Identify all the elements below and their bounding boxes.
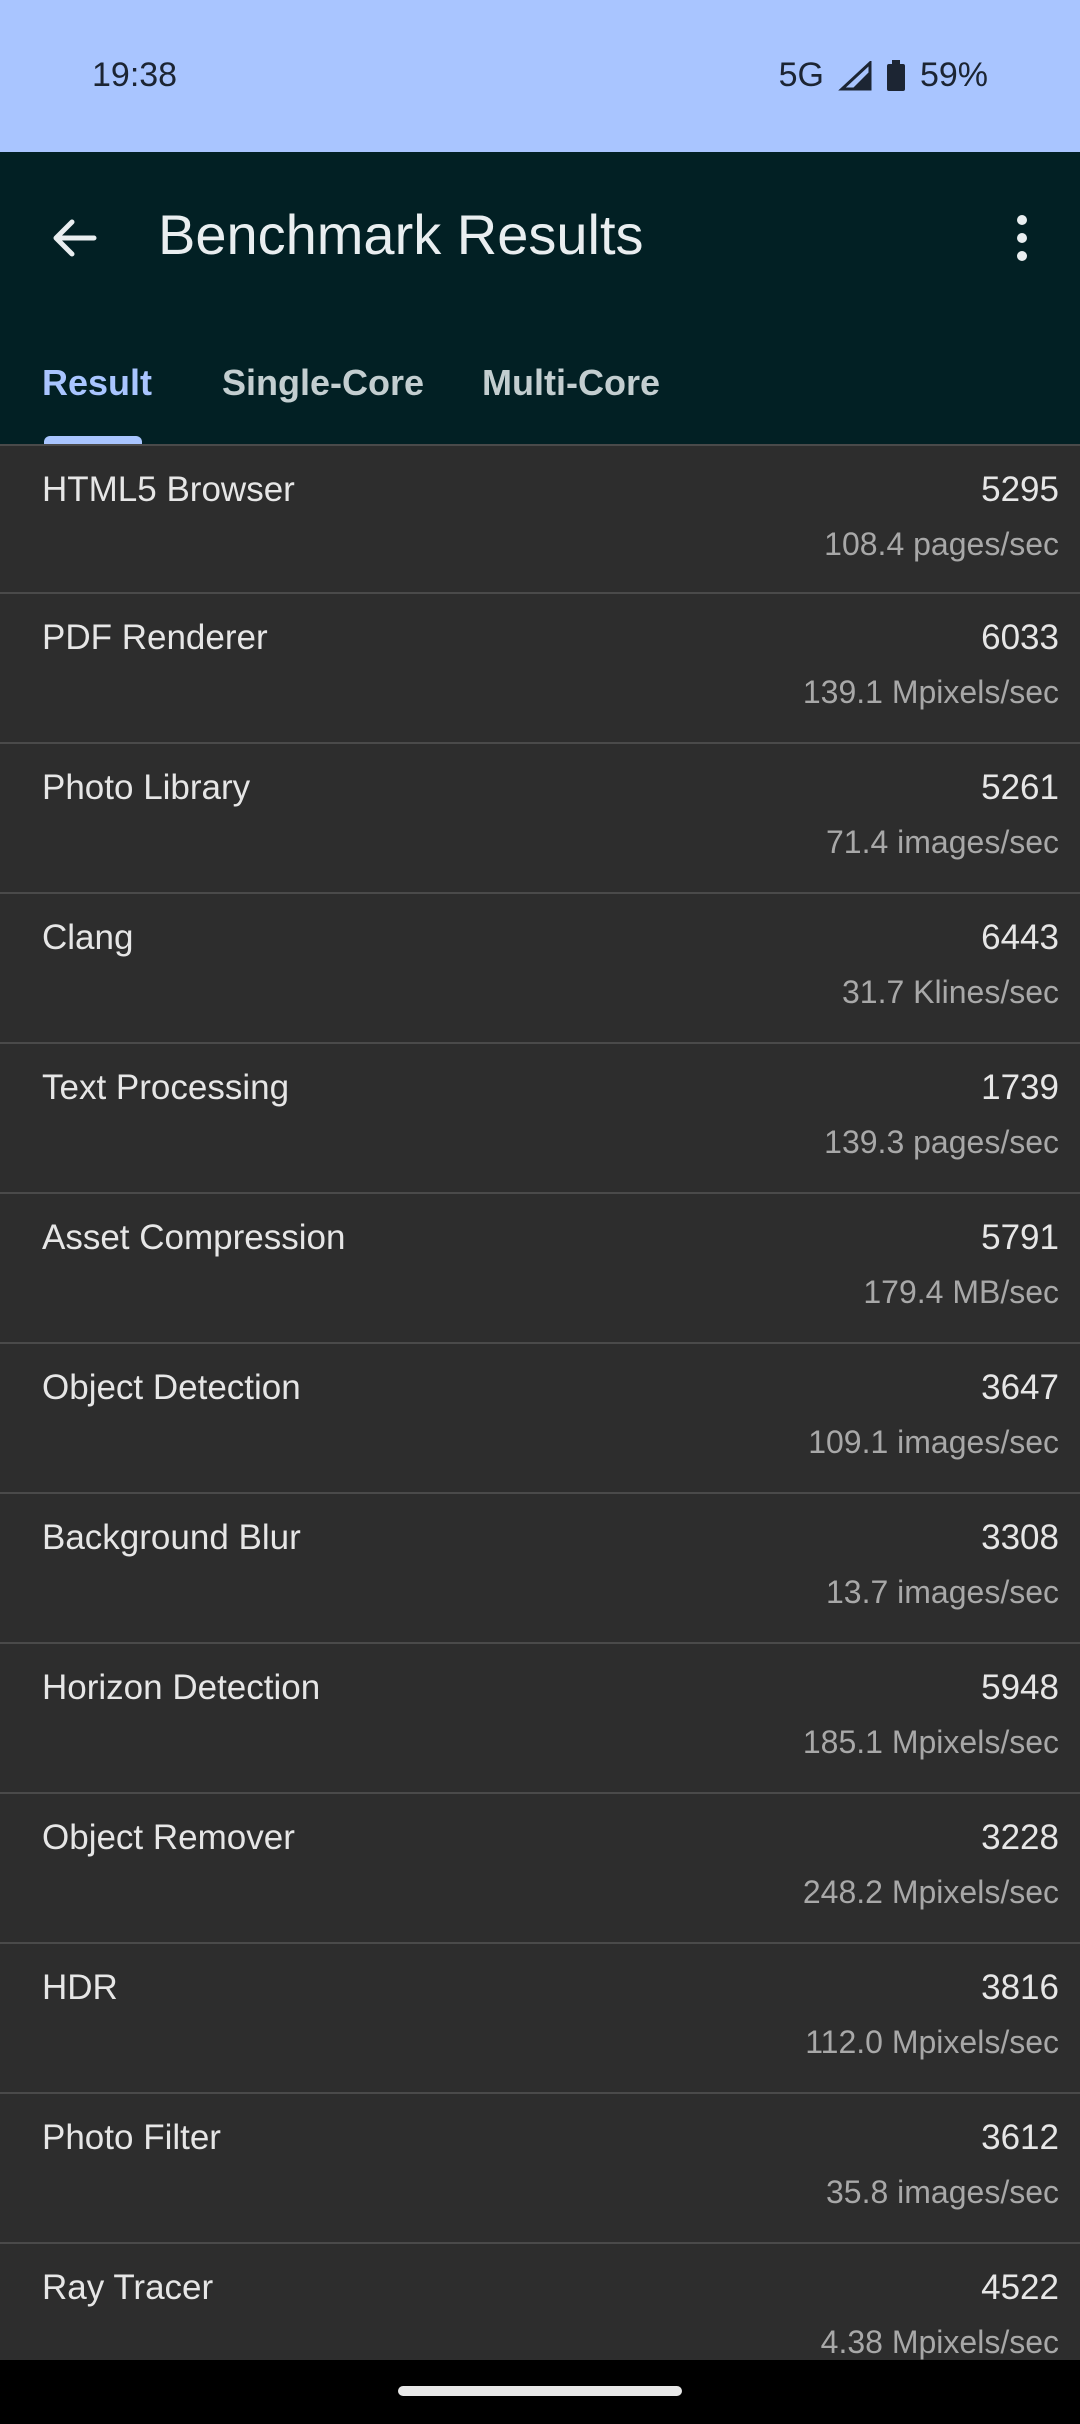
benchmark-score: 3308 xyxy=(981,1518,1059,1557)
status-time: 19:38 xyxy=(92,56,178,94)
benchmark-score: 6443 xyxy=(981,918,1059,957)
benchmark-name: Text Processing xyxy=(42,1068,290,1107)
benchmark-rate: 4.38 Mpixels/sec xyxy=(820,2324,1059,2360)
benchmark-name: Object Remover xyxy=(42,1818,295,1857)
benchmark-rate: 248.2 Mpixels/sec xyxy=(802,1874,1059,1910)
benchmark-score: 4522 xyxy=(981,2268,1059,2307)
benchmark-rate: 139.3 pages/sec xyxy=(824,1124,1059,1160)
benchmark-rate: 13.7 images/sec xyxy=(825,1574,1059,1610)
list-item[interactable]: HTML5 Browser 5295 108.4 pages/sec xyxy=(0,444,1080,594)
benchmark-name: Photo Library xyxy=(42,768,251,807)
benchmark-name: HTML5 Browser xyxy=(42,470,295,509)
benchmark-name: Ray Tracer xyxy=(42,2268,214,2307)
tab-result[interactable]: Result xyxy=(42,362,152,404)
benchmark-name: Asset Compression xyxy=(42,1218,346,1257)
benchmark-rate: 31.7 Klines/sec xyxy=(841,974,1059,1010)
signal-icon xyxy=(838,60,872,90)
page-title: Benchmark Results xyxy=(158,203,644,266)
list-item[interactable]: PDF Renderer 6033 139.1 Mpixels/sec xyxy=(0,594,1080,744)
active-tab-indicator xyxy=(44,436,142,444)
list-item[interactable]: Asset Compression 5791 179.4 MB/sec xyxy=(0,1194,1080,1344)
benchmark-score: 5791 xyxy=(981,1218,1059,1257)
tab-multi-core[interactable]: Multi-Core xyxy=(482,362,660,404)
benchmark-score: 3228 xyxy=(981,1818,1059,1857)
benchmark-rate: 108.4 pages/sec xyxy=(824,526,1059,562)
more-options-icon[interactable] xyxy=(1000,208,1044,268)
tab-bar: Result Single-Core Multi-Core xyxy=(0,352,1080,444)
tab-single-core[interactable]: Single-Core xyxy=(222,362,424,404)
benchmark-rate: 179.4 MB/sec xyxy=(863,1274,1059,1310)
benchmark-name: HDR xyxy=(42,1968,118,2007)
list-item[interactable]: Text Processing 1739 139.3 pages/sec xyxy=(0,1044,1080,1194)
results-list[interactable]: HTML5 Browser 5295 108.4 pages/sec PDF R… xyxy=(0,444,1080,2394)
battery-percent: 59% xyxy=(919,56,988,94)
benchmark-name: Object Detection xyxy=(42,1368,301,1407)
benchmark-score: 5948 xyxy=(981,1668,1059,1707)
list-item[interactable]: Photo Filter 3612 35.8 images/sec xyxy=(0,2094,1080,2244)
benchmark-rate: 185.1 Mpixels/sec xyxy=(802,1724,1059,1760)
benchmark-rate: 112.0 Mpixels/sec xyxy=(805,2024,1059,2060)
benchmark-rate: 71.4 images/sec xyxy=(825,824,1059,860)
status-bar: 19:38 5G 59% xyxy=(0,0,1080,152)
list-item[interactable]: Object Remover 3228 248.2 Mpixels/sec xyxy=(0,1794,1080,1944)
back-arrow-icon[interactable] xyxy=(46,210,102,266)
network-label: 5G xyxy=(778,56,824,94)
list-item[interactable]: Horizon Detection 5948 185.1 Mpixels/sec xyxy=(0,1644,1080,1794)
benchmark-score: 5261 xyxy=(981,768,1059,807)
list-item[interactable]: Photo Library 5261 71.4 images/sec xyxy=(0,744,1080,894)
list-item[interactable]: Object Detection 3647 109.1 images/sec xyxy=(0,1344,1080,1494)
list-item[interactable]: Background Blur 3308 13.7 images/sec xyxy=(0,1494,1080,1644)
benchmark-score: 1739 xyxy=(981,1068,1059,1107)
benchmark-rate: 109.1 images/sec xyxy=(808,1424,1059,1460)
home-gesture-handle[interactable] xyxy=(398,2386,682,2396)
app-bar: Benchmark Results Result Single-Core Mul… xyxy=(0,152,1080,444)
benchmark-name: Photo Filter xyxy=(42,2118,221,2157)
benchmark-rate: 139.1 Mpixels/sec xyxy=(802,674,1059,710)
benchmark-name: Clang xyxy=(42,918,134,957)
list-item[interactable]: HDR 3816 112.0 Mpixels/sec xyxy=(0,1944,1080,2094)
benchmark-rate: 35.8 images/sec xyxy=(825,2174,1059,2210)
status-indicators: 5G 59% xyxy=(779,56,988,95)
benchmark-score: 6033 xyxy=(981,618,1059,657)
benchmark-score: 5295 xyxy=(981,470,1059,509)
list-item[interactable]: Clang 6443 31.7 Klines/sec xyxy=(0,894,1080,1044)
battery-icon xyxy=(886,59,905,91)
benchmark-name: PDF Renderer xyxy=(42,618,268,657)
benchmark-name: Horizon Detection xyxy=(42,1668,321,1707)
benchmark-score: 3816 xyxy=(981,1968,1059,2007)
benchmark-score: 3612 xyxy=(981,2118,1059,2157)
benchmark-name: Background Blur xyxy=(42,1518,301,1557)
benchmark-score: 3647 xyxy=(981,1368,1059,1407)
